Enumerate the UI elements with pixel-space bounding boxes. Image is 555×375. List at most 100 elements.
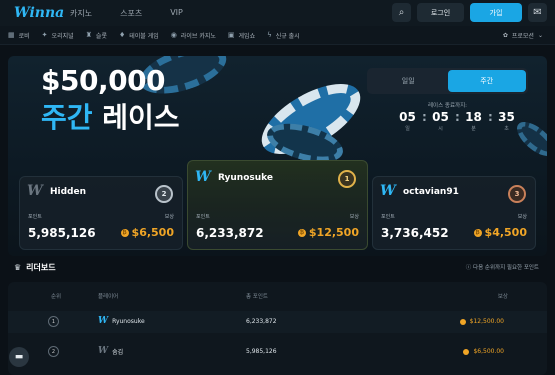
player-name: Ryunosuke [218,173,274,183]
grid-icon: ▦ [8,31,15,39]
row-prize: $12,500.00 [459,318,504,325]
category-label: 오리지널 [51,32,74,40]
category-new-releases[interactable]: ϟ 신규 출시 [267,31,300,40]
table-row[interactable]: 2 W 숨김 5,985,126 $6,500.00 [8,341,547,363]
column-points: 총 포인트 [246,294,268,300]
countdown-unit: 시 [438,126,443,132]
countdown-separator: : [455,110,460,124]
column-prize: 보상 [497,294,508,300]
chat-button[interactable]: ✉ [528,3,547,22]
live-icon: ◉ [170,31,177,39]
column-rank: 순위 [51,294,62,300]
prize-value: $6,500 [131,226,174,239]
countdown-unit: 일 [405,126,410,132]
podium-card-rank-1: W Ryunosuke 1 포인트 보상 6,233,872 ₿ $12,500 [187,160,368,250]
prize-value: $12,500 [308,226,359,239]
player-prize: ₿ $6,500 [120,226,174,239]
promotions-label: 프로모션 [511,33,534,40]
category-table-games[interactable]: ♦ 테이블 게임 [119,31,159,40]
prize-value: $4,500 [484,226,527,239]
player-points: 5,985,126 [28,226,96,240]
countdown-value: 18 [465,110,482,124]
player-name: octavian91 [403,187,459,197]
chat-bubble-icon: ▬ [14,352,24,362]
support-chat-button[interactable]: ▬ [9,347,29,367]
category-originals[interactable]: ✦ 오리지널 [42,31,74,40]
leaderboard-title: 리더보드 [26,263,56,272]
coin-icon: ₿ [120,228,129,237]
race-countdown: 05 일 : 05 시 : 18 분 : 35 초 [395,110,519,132]
crown-icon: ♛ [14,263,22,272]
chevron-down-icon: ⌄ [537,32,543,39]
podium-card-rank-2: W Hidden 2 포인트 보상 5,985,126 ₿ $6,500 [19,176,183,250]
coin-icon: ₿ [473,228,482,237]
player-points: 3,736,452 [381,226,449,240]
countdown-hours: 05 시 [428,110,453,132]
cards-icon: ♦ [118,31,126,39]
leaderboard-note: ⓘ 다음 순위까지 필요한 포인트 [466,263,539,271]
leaderboard-note-text: 다음 순위까지 필요한 포인트 [473,265,539,271]
leaderboard-heading: ♛ 리더보드 [14,262,56,273]
bolt-icon: ϟ [267,31,272,39]
category-label: 슬롯 [95,32,107,40]
nav-sports[interactable]: 스포츠 [106,8,156,19]
bronze-medal-icon: 3 [508,185,526,203]
player-avatar-icon: W [98,316,109,326]
race-hero-banner: $50,000 주간 레이스 일일 주간 레이스 종료까지: 05 일 : 05 시… [8,56,547,256]
category-live-casino[interactable]: ◉ 라이브 카지노 [171,31,216,40]
slot-icon: ♜ [85,31,92,39]
player-name: 숨김 [112,348,124,356]
nav-casino[interactable]: 카지노 [70,8,106,19]
row-player: W 숨김 [98,346,123,356]
leaderboard-table: 순위 플레이어 총 포인트 보상 1 W Ryunosuke 6,233,872 … [8,282,547,375]
row-rank: 1 [48,316,59,327]
player-avatar-icon: W [195,169,211,185]
category-lobby[interactable]: ▦ 로비 [8,31,30,40]
gameshow-icon: ▣ [227,31,235,39]
race-ends-label: 레이스 종료까지: [427,103,468,109]
prize-value: $6,500.00 [473,348,504,355]
podium-card-rank-3: W octavian91 3 포인트 보상 3,736,452 ₿ $4,500 [372,176,536,250]
row-player: W Ryunosuke [98,316,145,326]
category-slots[interactable]: ♜ 슬롯 [86,31,107,40]
countdown-seconds: 35 초 [494,110,519,132]
category-game-shows[interactable]: ▣ 게임쇼 [228,31,255,40]
login-button[interactable]: 로그인 [417,3,464,22]
table-row[interactable]: 1 W Ryunosuke 6,233,872 $12,500.00 [8,311,547,333]
points-label: 포인트 [381,214,395,220]
winna-logo[interactable]: Winna [14,5,70,21]
countdown-days: 05 일 [395,110,420,132]
prize-label: 보상 [349,214,359,220]
rank-badge: 1 [48,316,59,327]
category-label: 게임쇼 [238,32,256,40]
search-button[interactable]: ⌕ [392,3,411,22]
promotions-link[interactable]: ✿ 프로모션 ⌄ [503,31,543,40]
category-label: 로비 [18,32,30,40]
player-avatar-icon: W [27,183,43,199]
star-icon: ✦ [41,31,48,39]
race-period-toggle: 일일 주간 [367,68,528,94]
player-avatar-icon: W [380,183,396,199]
player-prize: ₿ $4,500 [473,226,527,239]
tab-daily[interactable]: 일일 [369,70,448,92]
countdown-separator: : [488,110,493,124]
countdown-value: 05 [432,110,449,124]
row-points: 5,985,126 [246,348,277,355]
player-prize: ₿ $12,500 [297,226,359,239]
join-button[interactable]: 가입 [470,3,522,22]
points-label: 포인트 [196,214,210,220]
player-name: Hidden [50,187,87,197]
header-actions: ⌕ 로그인 가입 ✉ [392,3,547,22]
coin-icon [463,348,470,355]
countdown-value: 35 [498,110,515,124]
column-player: 플레이어 [98,294,119,300]
race-amount: $50,000 [41,64,166,97]
tab-weekly[interactable]: 주간 [447,70,526,92]
rank-badge: 2 [48,346,59,357]
race-title-rest: 레이스 [102,101,180,134]
coin-icon [459,318,466,325]
race-title: 주간 레이스 [41,96,180,136]
silver-medal-icon: 2 [155,185,173,203]
top-nav: 카지노 스포츠 VIP [70,8,197,19]
nav-vip[interactable]: VIP [156,8,197,19]
